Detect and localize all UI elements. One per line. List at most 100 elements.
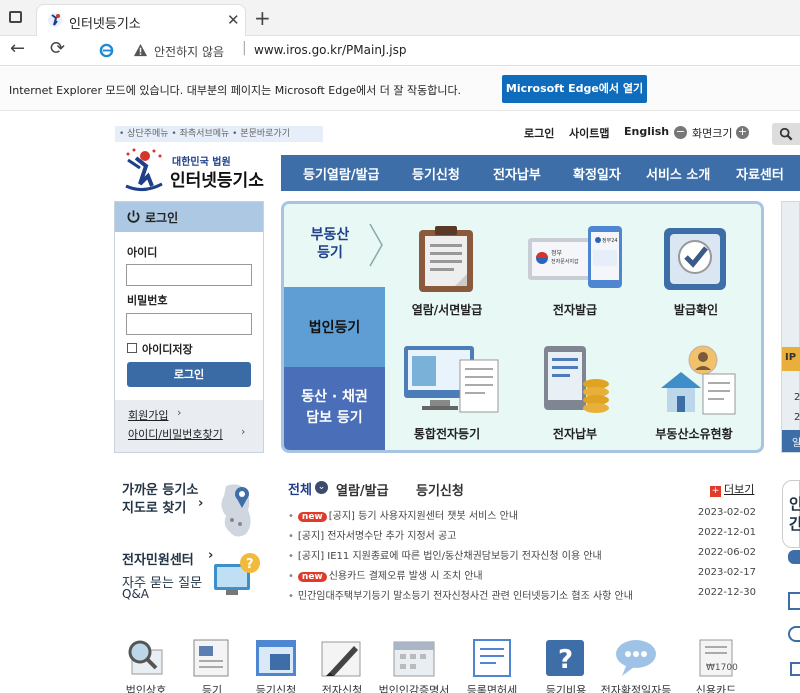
- service-e-payment-label: 전자납부: [552, 427, 598, 441]
- service-issue-verify-label: 발급확인: [673, 303, 719, 317]
- tab-close-icon[interactable]: ✕: [227, 11, 240, 29]
- remember-id-checkbox[interactable]: [127, 343, 137, 353]
- gnb-item-registry-apply[interactable]: 등기신청: [412, 164, 460, 183]
- right-card[interactable]: 인 간: [782, 480, 800, 548]
- registry-cost-question-icon[interactable]: ?: [544, 638, 588, 678]
- window-menu-icon[interactable]: [9, 11, 22, 23]
- bullet: •: [288, 571, 294, 582]
- registry-document-icon[interactable]: [190, 638, 234, 678]
- right-quick-icon-2[interactable]: [788, 592, 800, 610]
- skip-navigation[interactable]: • 상단주메뉴 • 좌측서브메뉴 • 본문바로가기: [115, 126, 323, 142]
- license-tax-document-icon[interactable]: [470, 638, 514, 678]
- bullet: •: [288, 531, 294, 542]
- corporate-name-search-icon[interactable]: [124, 638, 168, 678]
- right-quick-icon-1[interactable]: [788, 550, 800, 564]
- chevron-right-icon: [369, 223, 383, 267]
- news-tab-all-label: 전체: [288, 483, 312, 498]
- service-issue-verify[interactable]: 발급확인: [645, 216, 755, 317]
- service-view-issue-label: 열람/서면발급: [411, 303, 483, 317]
- password-input[interactable]: [126, 313, 252, 335]
- english-link[interactable]: English: [624, 125, 669, 138]
- logo-site-name[interactable]: 인터넷등기소: [170, 166, 264, 191]
- news-more-link[interactable]: + 더보기: [710, 481, 754, 497]
- id-input[interactable]: [126, 264, 252, 286]
- url-divider: |: [242, 40, 247, 56]
- gnb-item-fixed-date[interactable]: 확정일자: [573, 164, 621, 183]
- service-integrated-e-registry[interactable]: 통합전자등기: [396, 342, 506, 442]
- news-tab-all[interactable]: 전체: [288, 479, 312, 498]
- bottom-label: 전자신청: [321, 684, 363, 693]
- ie-mode-message: Internet Explorer 모드에 있습니다. 대부분의 페이지는 Mi…: [9, 84, 462, 97]
- service-property-ownership[interactable]: 부동산소유현황: [645, 342, 755, 442]
- site-favicon-icon: [48, 13, 62, 27]
- faq-link[interactable]: 자주 묻는 질문 Q&A: [122, 572, 217, 602]
- news-item[interactable]: • 민간임대주택부기등기 말소등기 전자신청사건 관련 인터넷등기소 협조 사항 …: [288, 587, 756, 602]
- security-status: 안전하지 않음: [154, 45, 225, 59]
- calendar-seal-icon[interactable]: [392, 638, 436, 678]
- find-account-link[interactable]: 아이디/비밀번호찾기: [128, 426, 223, 442]
- sitemap-link[interactable]: 사이트맵: [569, 125, 609, 141]
- chevron-down-icon[interactable]: ⌄: [315, 481, 328, 494]
- near-office-line2: 지도로 찾기: [122, 501, 187, 516]
- warning-icon[interactable]: [133, 43, 148, 58]
- news-item[interactable]: • new [공지] 등기 사용자지원센터 챗봇 서비스 안내 2023-02-02: [288, 507, 756, 522]
- power-icon: [127, 210, 140, 223]
- court-logo-icon[interactable]: [118, 146, 168, 194]
- news-more-label: 더보기: [724, 483, 755, 496]
- right-quick-icon-4[interactable]: [790, 662, 800, 676]
- tab-movable-collateral-registry[interactable]: 동산 · 채권 담보 등기: [284, 367, 385, 450]
- service-property-ownership-label: 부동산소유현황: [655, 427, 733, 441]
- gnb-item-e-payment[interactable]: 전자납부: [493, 164, 541, 183]
- gnb-item-service-intro[interactable]: 서비스 소개: [646, 164, 710, 183]
- news-item-date: 2022-12-01: [697, 527, 756, 538]
- credit-card-receipt-icon[interactable]: ₩1700: [694, 638, 738, 678]
- service-e-issue[interactable]: 정부 전자문서지갑 정부24 전자발급: [520, 216, 635, 317]
- login-button[interactable]: 로그인: [127, 362, 251, 387]
- civil-center-link[interactable]: 전자민원센터 ›: [122, 548, 217, 568]
- gnb-item-registry-view[interactable]: 등기열람/발급: [303, 164, 380, 183]
- search-icon: [779, 127, 793, 141]
- tab-real-estate-registry[interactable]: 부동산 등기: [284, 204, 385, 287]
- tab-corporate-label: 법인등기: [308, 320, 361, 336]
- ie-mode-banner: Internet Explorer 모드에 있습니다. 대부분의 페이지는 Mi…: [0, 67, 800, 111]
- pen-sign-icon[interactable]: [320, 638, 364, 678]
- new-tab-icon[interactable]: +: [254, 6, 271, 30]
- news-item[interactable]: • [공지] 전자서명수단 추가 지정서 공고 2022-12-01: [288, 527, 756, 542]
- url-field[interactable]: 안전하지 않음 | www.iros.go.kr/PMainJ.jsp: [90, 38, 800, 64]
- news-tab-view-issue[interactable]: 열람/발급: [336, 480, 389, 499]
- browser-tab[interactable]: 인터넷등기소 ✕: [36, 4, 246, 36]
- news-item-title: 민간임대주택부기등기 말소등기 전자신청사건 관련 인터넷등기소 협조 사항 안…: [297, 591, 633, 602]
- remember-id-label: 아이디저장: [142, 343, 193, 356]
- url-text: www.iros.go.kr/PMainJ.jsp: [254, 43, 407, 57]
- zoom-out-icon[interactable]: −: [674, 126, 687, 139]
- service-e-issue-label: 전자발급: [552, 303, 598, 317]
- top-login-link[interactable]: 로그인: [524, 125, 554, 141]
- right-quick-icon-3[interactable]: [788, 626, 800, 642]
- new-badge: new: [297, 512, 327, 522]
- right-panel-footer-text: 일: [792, 438, 800, 449]
- refresh-icon[interactable]: ⟳: [50, 38, 65, 59]
- service-e-payment[interactable]: 전자납부: [520, 342, 635, 442]
- password-label: 비밀번호: [127, 294, 168, 307]
- back-arrow-icon[interactable]: ←: [10, 38, 25, 59]
- bullet: •: [288, 591, 294, 602]
- bottom-label: 전자확정일자등: [600, 684, 672, 693]
- gnb-item-data-center[interactable]: 자료센터: [736, 164, 784, 183]
- join-link[interactable]: 회원가입: [128, 407, 168, 423]
- news-item[interactable]: • new 신용카드 결제오류 발생 시 조치 안내 2023-02-17: [288, 567, 756, 582]
- ie-mode-icon[interactable]: [99, 43, 114, 58]
- news-tab-registry-apply[interactable]: 등기신청: [416, 480, 464, 499]
- tab-corporate-registry[interactable]: 법인등기: [284, 287, 385, 367]
- news-item-date: 2022-06-02: [697, 547, 756, 558]
- svg-text:전자문서지갑: 전자문서지갑: [551, 258, 579, 265]
- zoom-in-icon[interactable]: +: [736, 126, 749, 139]
- gov-wallet-devices-icon: 정부 전자문서지갑 정부24: [528, 226, 622, 288]
- registry-apply-window-icon[interactable]: [254, 638, 298, 678]
- open-in-edge-button[interactable]: Microsoft Edge에서 열기: [502, 75, 647, 103]
- service-view-issue[interactable]: 열람/서면발급: [396, 216, 506, 317]
- news-item[interactable]: • [공지] IE11 지원종료에 따른 법인/동산채권담보등기 전자신청 이용 …: [288, 547, 756, 562]
- screen-size-label: 화면크기: [692, 127, 733, 140]
- site-search-button[interactable]: [772, 123, 800, 145]
- e-fixed-date-chat-icon[interactable]: [614, 638, 658, 678]
- login-panel: 로그인 아이디 비밀번호 아이디저장 로그인 회원가입 › 아이디/비밀번호찾기…: [114, 201, 264, 453]
